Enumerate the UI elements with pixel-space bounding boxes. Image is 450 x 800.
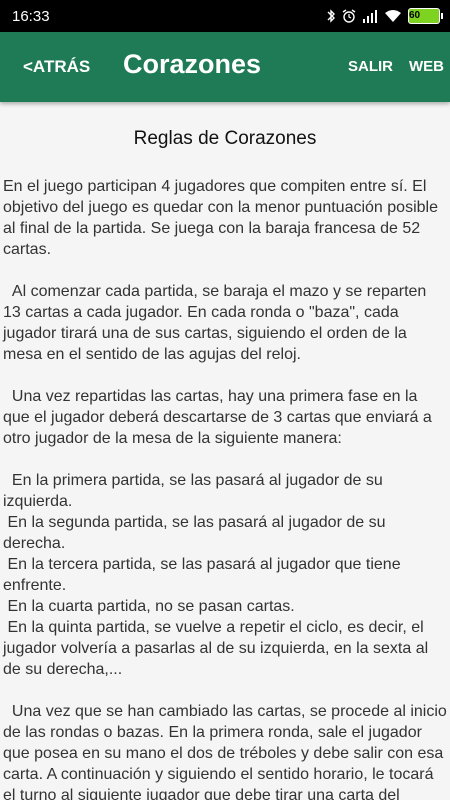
- app-title: Corazones: [123, 49, 262, 79]
- status-time: 16:33: [12, 7, 50, 25]
- rules-paragraph: En el juego participan 4 jugadores que c…: [3, 178, 443, 258]
- rules-paragraph: En la primera partida, se las pasará al …: [3, 472, 429, 678]
- bluetooth-icon: [326, 9, 336, 23]
- rules-paragraph: Al comenzar cada partida, se baraja el m…: [3, 283, 431, 363]
- web-button[interactable]: WEB: [409, 58, 444, 75]
- rules-heading: Reglas de Corazones: [133, 128, 317, 149]
- battery-icon: 60: [408, 8, 443, 24]
- rules-content[interactable]: Reglas de Corazones En el juego particip…: [0, 102, 450, 800]
- status-icons: 60: [326, 8, 443, 24]
- app-bar: <ATRÁS Corazones SALIR WEB: [0, 32, 450, 102]
- salir-button[interactable]: SALIR: [348, 58, 393, 75]
- status-bar: 16:33 60: [0, 0, 450, 32]
- signal-icon: [362, 9, 378, 23]
- wifi-icon: [384, 9, 402, 23]
- rules-paragraph: Una vez que se han cambiado las cartas, …: [3, 703, 447, 800]
- back-button[interactable]: <ATRÁS: [23, 57, 90, 77]
- rules-paragraph: Una vez repartidas las cartas, hay una p…: [3, 388, 437, 447]
- alarm-icon: [342, 9, 356, 23]
